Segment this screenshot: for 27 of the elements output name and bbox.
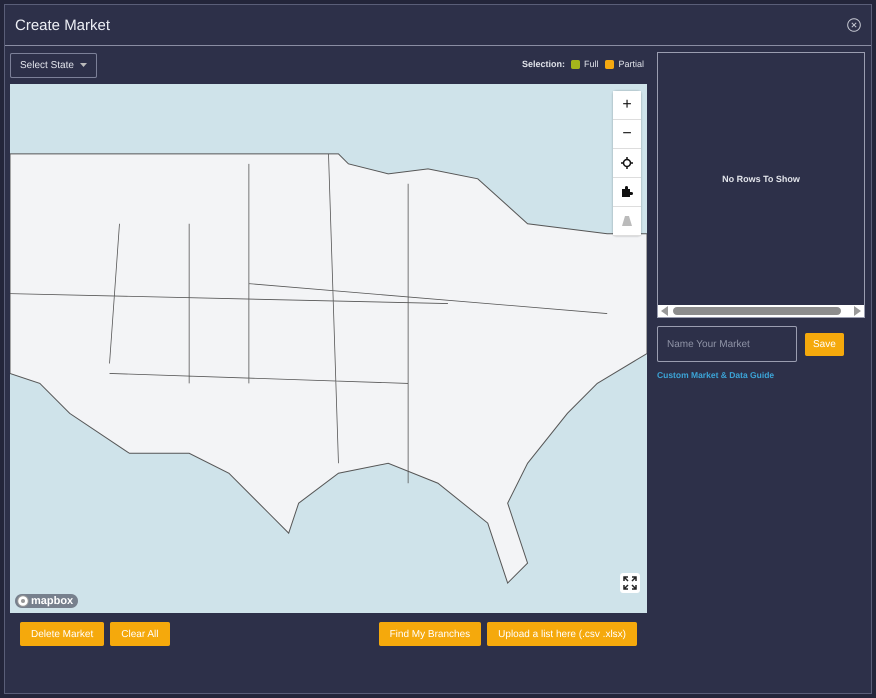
legend-label: Full xyxy=(584,59,598,69)
state-dropdown[interactable]: Select State xyxy=(10,52,97,78)
window-title: Create Market xyxy=(15,16,110,34)
puzzle-icon xyxy=(621,186,633,198)
scroll-left-icon xyxy=(661,306,669,316)
guide-link[interactable]: Custom Market & Data Guide xyxy=(657,370,774,380)
puzzle-button[interactable] xyxy=(613,178,641,207)
expand-icon xyxy=(623,576,637,590)
empty-message: No Rows To Show xyxy=(722,174,800,184)
map-area[interactable]: + − mapbox xyxy=(10,84,647,613)
close-button[interactable] xyxy=(847,18,861,32)
road-icon xyxy=(621,215,633,227)
legend-label: Partial xyxy=(618,59,644,69)
zoom-out-button[interactable]: − xyxy=(613,120,641,149)
scroll-right-icon xyxy=(853,306,861,316)
zoom-in-button[interactable]: + xyxy=(613,91,641,120)
logo-text: mapbox xyxy=(31,595,74,607)
crosshair-icon xyxy=(621,157,633,169)
locate-button[interactable] xyxy=(613,149,641,178)
fullscreen-button[interactable] xyxy=(620,573,640,593)
close-icon xyxy=(847,18,861,32)
logo-icon xyxy=(17,595,29,607)
caret-icon xyxy=(80,63,87,67)
mapbox-logo[interactable]: mapbox xyxy=(15,594,78,608)
market-name-field[interactable]: Name Your Market xyxy=(657,326,797,362)
legend-title: Selection: xyxy=(522,59,565,69)
horizontal-scrollbar[interactable] xyxy=(658,305,864,317)
